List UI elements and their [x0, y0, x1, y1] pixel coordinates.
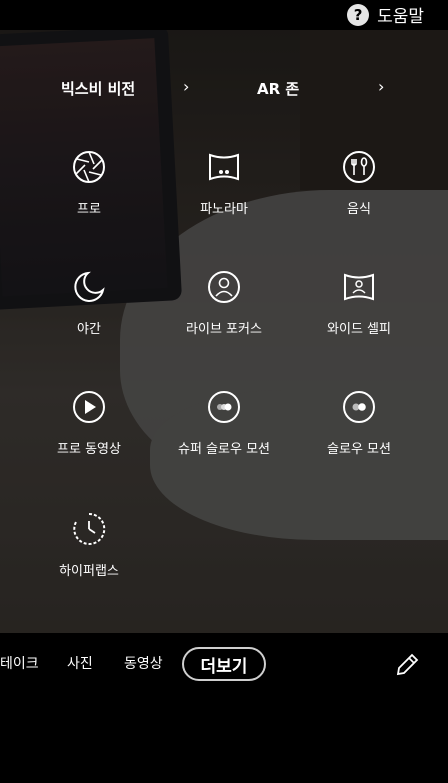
ar-zone-label: AR 존 [257, 80, 300, 98]
chevron-right-icon: › [378, 77, 385, 96]
food-icon [343, 151, 375, 183]
help-label: 도움말 [377, 7, 424, 27]
mode-pro[interactable]: 프로 [14, 150, 164, 217]
tab-photo[interactable]: 사진 [67, 653, 93, 673]
mode-label: 하이퍼랩스 [59, 564, 119, 579]
mode-label: 파노라마 [200, 202, 248, 217]
pencil-icon[interactable] [394, 652, 420, 678]
mode-label: 슈퍼 슬로우 모션 [178, 442, 270, 457]
aperture-icon [73, 151, 105, 183]
hyperlapse-icon [73, 512, 106, 545]
mode-label: 프로 동영상 [57, 442, 121, 457]
help-icon: ? [347, 3, 370, 26]
mode-label: 와이드 셀피 [327, 322, 391, 337]
mode-night[interactable]: 야간 [14, 270, 164, 337]
bottom-mode-bar: 테이크 사진 동영상 더보기 [0, 633, 448, 783]
mode-wide-selfie[interactable]: 와이드 셀피 [284, 270, 434, 337]
mode-label: 라이브 포커스 [186, 322, 262, 337]
mode-label: 야간 [77, 322, 101, 337]
wide-selfie-icon [344, 273, 374, 301]
help-button[interactable]: ? 도움말 [347, 2, 424, 27]
mode-links-row: 빅스비 비전 › AR 존 › [0, 77, 448, 108]
live-focus-icon [208, 271, 240, 303]
chevron-right-icon: › [183, 77, 190, 96]
mode-label: 슬로우 모션 [327, 442, 391, 457]
mode-slow-motion[interactable]: 슬로우 모션 [284, 390, 434, 457]
panorama-icon [209, 153, 239, 181]
play-icon [73, 391, 105, 423]
mode-label: 프로 [77, 202, 101, 217]
mode-live-focus[interactable]: 라이브 포커스 [149, 270, 299, 337]
moon-icon [74, 271, 105, 302]
tab-more[interactable]: 더보기 [182, 647, 266, 681]
mode-food[interactable]: 음식 [284, 150, 434, 217]
mode-panorama[interactable]: 파노라마 [149, 150, 299, 217]
bixby-vision-label: 빅스비 비전 [61, 80, 136, 98]
tab-video[interactable]: 동영상 [124, 653, 163, 673]
mode-hyperlapse[interactable]: 하이퍼랩스 [14, 512, 164, 579]
tab-take[interactable]: 테이크 [0, 653, 39, 673]
mode-label: 음식 [347, 202, 371, 217]
slow-motion-icon [343, 391, 375, 423]
camera-viewfinder: 빅스비 비전 › AR 존 › 프로 파노라마 음식 야간 라이브 포커스 와이… [0, 30, 448, 633]
mode-pro-video[interactable]: 프로 동영상 [14, 390, 164, 457]
top-bar: ? 도움말 [0, 0, 448, 30]
mode-super-slow-motion[interactable]: 슈퍼 슬로우 모션 [149, 390, 299, 457]
super-slow-motion-icon [208, 391, 240, 423]
